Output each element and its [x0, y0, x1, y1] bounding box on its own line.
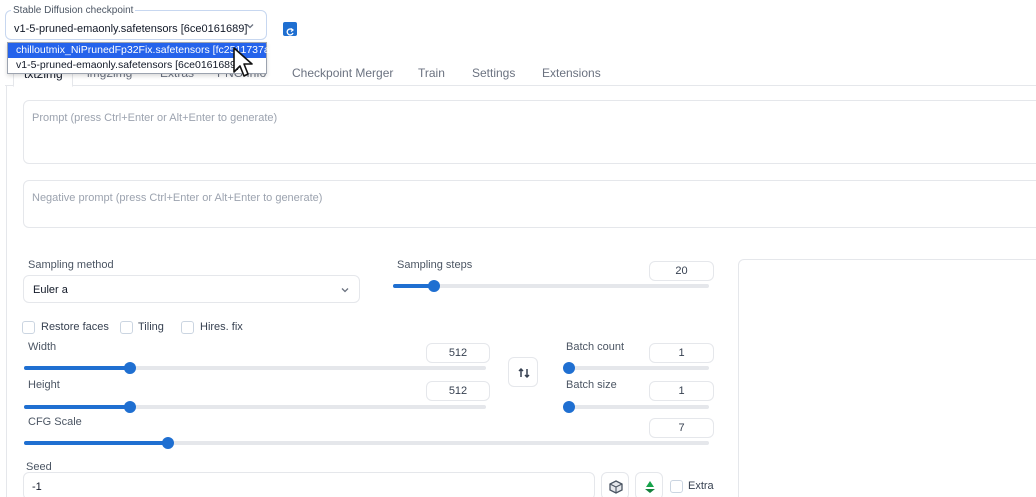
batch-size-slider[interactable] — [563, 401, 709, 413]
sampling-method-label: Sampling method — [28, 259, 114, 271]
batch-count-slider[interactable] — [563, 362, 709, 374]
dice-icon — [608, 479, 624, 497]
checkpoint-selected-value: v1-5-pruned-emaonly.safetensors [6ce0161… — [14, 23, 248, 35]
dropdown-option[interactable]: chilloutmix_NiPrunedFp32Fix.safetensors … — [8, 43, 273, 58]
swap-vertical-icon — [517, 366, 531, 385]
checkbox-label: Restore faces — [41, 321, 109, 333]
width-label: Width — [28, 341, 57, 353]
tab-checkpoint-merger[interactable]: Checkpoint Merger — [292, 66, 393, 80]
slider-track — [563, 405, 709, 409]
tab-train[interactable]: Train — [418, 66, 445, 80]
cfg-scale-input[interactable]: 7 — [649, 418, 714, 438]
random-seed-button[interactable] — [601, 472, 629, 497]
slider-thumb[interactable] — [124, 401, 137, 413]
checkbox-box — [181, 321, 194, 334]
extra-checkbox[interactable]: Extra — [670, 480, 720, 494]
height-slider[interactable] — [24, 401, 486, 413]
batch-count-input[interactable]: 1 — [649, 343, 714, 363]
width-slider[interactable] — [24, 362, 486, 374]
height-label: Height — [28, 379, 60, 391]
slider-fill — [24, 441, 168, 445]
reuse-seed-button[interactable] — [635, 472, 663, 497]
width-input[interactable]: 512 — [426, 343, 490, 363]
checkpoint-group: Stable Diffusion checkpoint v1-5-pruned-… — [5, 5, 267, 40]
chevron-down-icon — [339, 283, 351, 301]
mouse-cursor — [232, 46, 258, 85]
prompt-textarea[interactable]: Prompt (press Ctrl+Enter or Alt+Enter to… — [23, 100, 1036, 164]
refresh-checkpoint-button[interactable] — [283, 22, 297, 36]
recycle-icon — [642, 479, 658, 497]
slider-track — [393, 284, 709, 288]
checkbox-label: Hires. fix — [200, 321, 243, 333]
tiling-checkbox[interactable]: Tiling — [120, 321, 180, 335]
output-gallery — [738, 259, 1036, 497]
seed-value: -1 — [32, 481, 42, 493]
tab-extensions[interactable]: Extensions — [542, 66, 601, 80]
sampling-steps-label: Sampling steps — [397, 259, 473, 271]
cfg-scale-slider[interactable] — [24, 437, 709, 449]
slider-track — [563, 366, 709, 370]
sampling-method-select[interactable]: Euler a — [23, 275, 360, 303]
cfg-scale-label: CFG Scale — [28, 416, 82, 428]
slider-thumb[interactable] — [563, 401, 575, 413]
negative-prompt-textarea[interactable]: Negative prompt (press Ctrl+Enter or Alt… — [23, 180, 1036, 228]
height-input[interactable]: 512 — [426, 381, 490, 401]
dropdown-option-label: v1-5-pruned-emaonly.safetensors [6ce0161… — [16, 59, 239, 71]
panel-border — [6, 86, 7, 497]
batch-size-input[interactable]: 1 — [649, 381, 714, 401]
checkbox-box — [120, 321, 133, 334]
sampling-steps-input[interactable]: 20 — [649, 261, 714, 281]
slider-thumb[interactable] — [428, 280, 441, 292]
seed-input[interactable]: -1 — [23, 472, 595, 497]
refresh-icon — [285, 24, 295, 42]
hires-fix-checkbox[interactable]: Hires. fix — [181, 321, 251, 335]
checkpoint-dropdown-menu: chilloutmix_NiPrunedFp32Fix.safetensors … — [7, 42, 273, 74]
checkbox-label: Extra — [688, 480, 714, 492]
checkpoint-label: Stable Diffusion checkpoint — [11, 5, 136, 16]
swap-dimensions-button[interactable] — [508, 357, 538, 387]
chevron-down-icon — [244, 19, 256, 37]
prompt-placeholder: Prompt (press Ctrl+Enter or Alt+Enter to… — [32, 112, 278, 124]
slider-fill — [24, 366, 131, 370]
slider-thumb[interactable] — [124, 362, 137, 374]
batch-size-label: Batch size — [566, 379, 617, 391]
slider-fill — [24, 405, 131, 409]
sampling-steps-slider[interactable] — [393, 280, 709, 292]
restore-faces-checkbox[interactable]: Restore faces — [22, 321, 112, 335]
slider-thumb[interactable] — [161, 437, 174, 449]
batch-count-label: Batch count — [566, 341, 625, 353]
checkbox-label: Tiling — [138, 321, 164, 333]
checkpoint-select[interactable]: v1-5-pruned-emaonly.safetensors [6ce0161… — [14, 19, 260, 35]
slider-thumb[interactable] — [563, 362, 575, 374]
checkbox-box — [22, 321, 35, 334]
negative-prompt-placeholder: Negative prompt (press Ctrl+Enter or Alt… — [32, 192, 323, 204]
checkbox-box — [670, 480, 683, 493]
sampling-method-value: Euler a — [33, 284, 68, 296]
tab-settings[interactable]: Settings — [472, 66, 515, 80]
dropdown-option[interactable]: v1-5-pruned-emaonly.safetensors [6ce0161… — [8, 58, 266, 73]
